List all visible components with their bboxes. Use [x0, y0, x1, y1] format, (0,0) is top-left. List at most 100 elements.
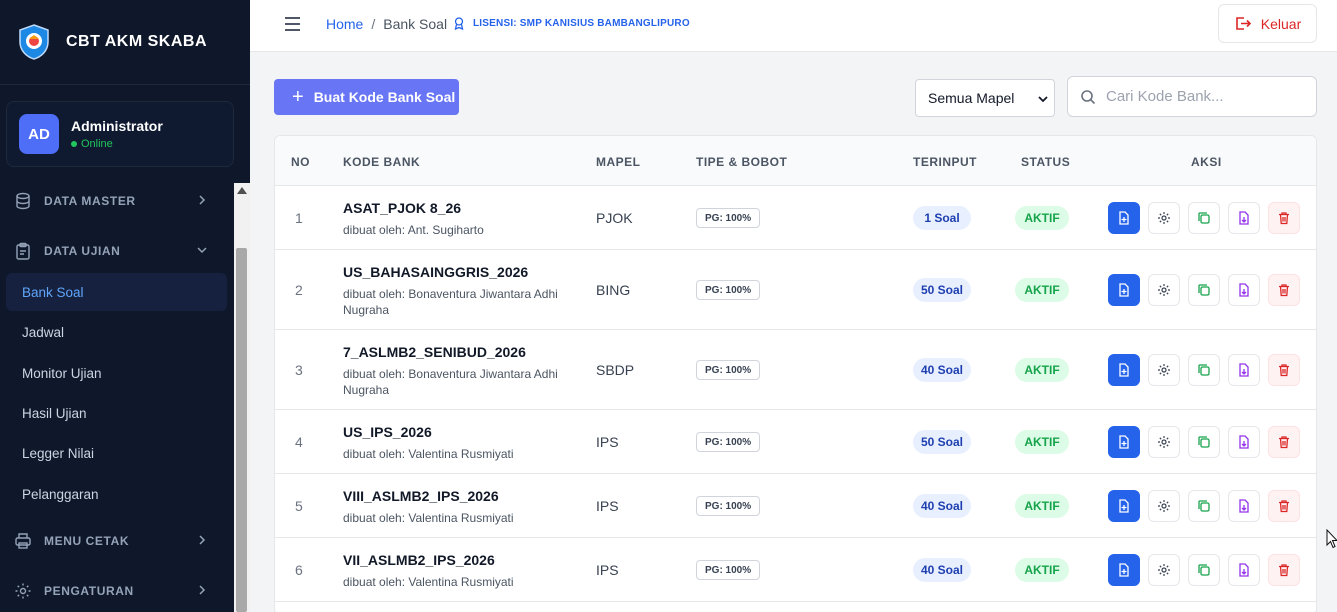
scrollbar-thumb[interactable]: [236, 248, 247, 612]
sidebar-section-label: MENU CETAK: [44, 534, 130, 548]
subject: IPS: [596, 562, 619, 578]
sidebar-item-legger-nilai[interactable]: Legger Nilai: [6, 434, 227, 472]
settings-button[interactable]: [1148, 554, 1180, 586]
gear-icon: [1157, 563, 1171, 577]
sidebar-item-jadwal[interactable]: Jadwal: [6, 313, 227, 351]
download-button[interactable]: [1228, 202, 1260, 234]
search-input[interactable]: [1106, 88, 1306, 105]
question-count-badge: 40 Soal: [913, 358, 971, 382]
sidebar-scrollbar[interactable]: [234, 183, 250, 612]
breadcrumb-home-link[interactable]: Home: [326, 16, 363, 32]
column-header-terinput: TERINPUT: [913, 155, 977, 169]
delete-button[interactable]: [1268, 554, 1300, 586]
trash-icon: [1277, 363, 1291, 377]
duplicate-button[interactable]: [1188, 426, 1220, 458]
bank-code: ASAT_PJOK 8_26: [343, 200, 462, 216]
copy-icon: [1197, 363, 1211, 377]
delete-button[interactable]: [1268, 354, 1300, 386]
question-count-badge: 50 Soal: [913, 278, 971, 302]
search-box[interactable]: [1067, 76, 1317, 117]
add-question-button[interactable]: [1108, 490, 1140, 522]
status-badge: AKTIF: [1015, 494, 1069, 518]
file-plus-icon: [1117, 283, 1131, 297]
user-name: Administrator: [71, 118, 163, 134]
gear-icon: [1157, 499, 1171, 513]
duplicate-button[interactable]: [1188, 202, 1220, 234]
created-by: dibuat oleh: Valentina Rusmiyati: [343, 447, 514, 461]
sidebar-item-monitor-ujian[interactable]: Monitor Ujian: [6, 354, 227, 392]
table-row: 1 ASAT_PJOK 8_26 dibuat oleh: Ant. Sugihar…: [275, 186, 1316, 250]
add-question-button[interactable]: [1108, 354, 1140, 386]
file-plus-icon: [1117, 499, 1131, 513]
sidebar-section-data-ujian[interactable]: DATA UJIAN: [0, 231, 230, 271]
question-count-badge: 50 Soal: [913, 430, 971, 454]
avatar: AD: [19, 114, 59, 154]
table-row: 5 VIII_ASLMB2_IPS_2026 dibuat oleh: Valent…: [275, 474, 1316, 538]
trash-icon: [1277, 499, 1291, 513]
duplicate-button[interactable]: [1188, 554, 1220, 586]
type-weight-badge: PG: 100%: [696, 432, 761, 452]
topbar: Home / Bank Soal LISENSI: SMP KANISIUS B…: [250, 0, 1337, 52]
create-bank-code-button[interactable]: + Buat Kode Bank Soal: [274, 79, 459, 115]
user-card[interactable]: AD Administrator Online: [6, 101, 234, 167]
breadcrumb: Home / Bank Soal: [326, 16, 447, 32]
sidebar-item-pelanggaran[interactable]: Pelanggaran: [6, 475, 227, 513]
gear-icon: [1157, 211, 1171, 225]
brand[interactable]: CBT AKM SKABA: [0, 0, 250, 85]
column-header-status: STATUS: [1021, 155, 1071, 169]
mouse-cursor-icon: [1326, 529, 1337, 549]
database-icon: [16, 192, 30, 210]
sidebar-section-label: DATA MASTER: [44, 194, 136, 208]
duplicate-button[interactable]: [1188, 274, 1220, 306]
delete-button[interactable]: [1268, 490, 1300, 522]
bank-code: VIII_ASLMB2_IPS_2026: [343, 488, 499, 504]
settings-button[interactable]: [1148, 202, 1180, 234]
delete-button[interactable]: [1268, 426, 1300, 458]
subject-filter-select[interactable]: Semua Mapel: [915, 79, 1055, 117]
add-question-button[interactable]: [1108, 274, 1140, 306]
download-button[interactable]: [1228, 554, 1260, 586]
add-question-button[interactable]: [1108, 554, 1140, 586]
sidebar-item-bank-soal[interactable]: Bank Soal: [6, 273, 227, 311]
row-number: 4: [295, 434, 303, 450]
delete-button[interactable]: [1268, 274, 1300, 306]
scroll-up-arrow-icon[interactable]: [237, 187, 247, 194]
created-by: dibuat oleh: Valentina Rusmiyati: [343, 575, 514, 589]
add-question-button[interactable]: [1108, 202, 1140, 234]
download-button[interactable]: [1228, 274, 1260, 306]
clipboard-icon: [16, 242, 30, 260]
user-status-label: Online: [81, 138, 113, 150]
table-row: 2 US_BAHASAINGGRIS_2026 dibuat oleh: Bonav…: [275, 250, 1316, 330]
status-badge: AKTIF: [1015, 358, 1069, 382]
settings-button[interactable]: [1148, 354, 1180, 386]
type-weight-badge: PG: 100%: [696, 280, 761, 300]
download-button[interactable]: [1228, 490, 1260, 522]
row-number: 2: [295, 282, 303, 298]
gear-icon: [1157, 435, 1171, 449]
subject: SBDP: [596, 362, 635, 378]
created-by: dibuat oleh: Bonaventura Jiwantara Adhi …: [343, 367, 558, 397]
copy-icon: [1197, 283, 1211, 297]
duplicate-button[interactable]: [1188, 490, 1220, 522]
sidebar-item-hasil-ujian[interactable]: Hasil Ujian: [6, 394, 227, 432]
school-logo-icon: [19, 24, 49, 60]
breadcrumb-separator: /: [371, 16, 376, 32]
file-download-icon: [1237, 363, 1251, 377]
settings-button[interactable]: [1148, 274, 1180, 306]
sidebar-section-data-master[interactable]: DATA MASTER: [0, 181, 230, 221]
sidebar-section-pengaturan[interactable]: PENGATURAN: [0, 571, 230, 611]
delete-button[interactable]: [1268, 202, 1300, 234]
sidebar-section-menu-cetak[interactable]: MENU CETAK: [0, 521, 230, 561]
duplicate-button[interactable]: [1188, 354, 1220, 386]
settings-button[interactable]: [1148, 490, 1180, 522]
bank-code: 7_ASLMB2_SENIBUD_2026: [343, 344, 526, 360]
add-question-button[interactable]: [1108, 426, 1140, 458]
plus-icon: +: [292, 86, 304, 108]
hamburger-menu-icon[interactable]: [284, 16, 301, 32]
logout-button[interactable]: Keluar: [1218, 4, 1317, 43]
settings-button[interactable]: [1148, 426, 1180, 458]
download-button[interactable]: [1228, 426, 1260, 458]
table-row: 4 US_IPS_2026 dibuat oleh: Valentina Rusmi…: [275, 410, 1316, 474]
download-button[interactable]: [1228, 354, 1260, 386]
bank-soal-table: NO KODE BANK MAPEL TIPE & BOBOT TERINPUT…: [274, 135, 1317, 612]
